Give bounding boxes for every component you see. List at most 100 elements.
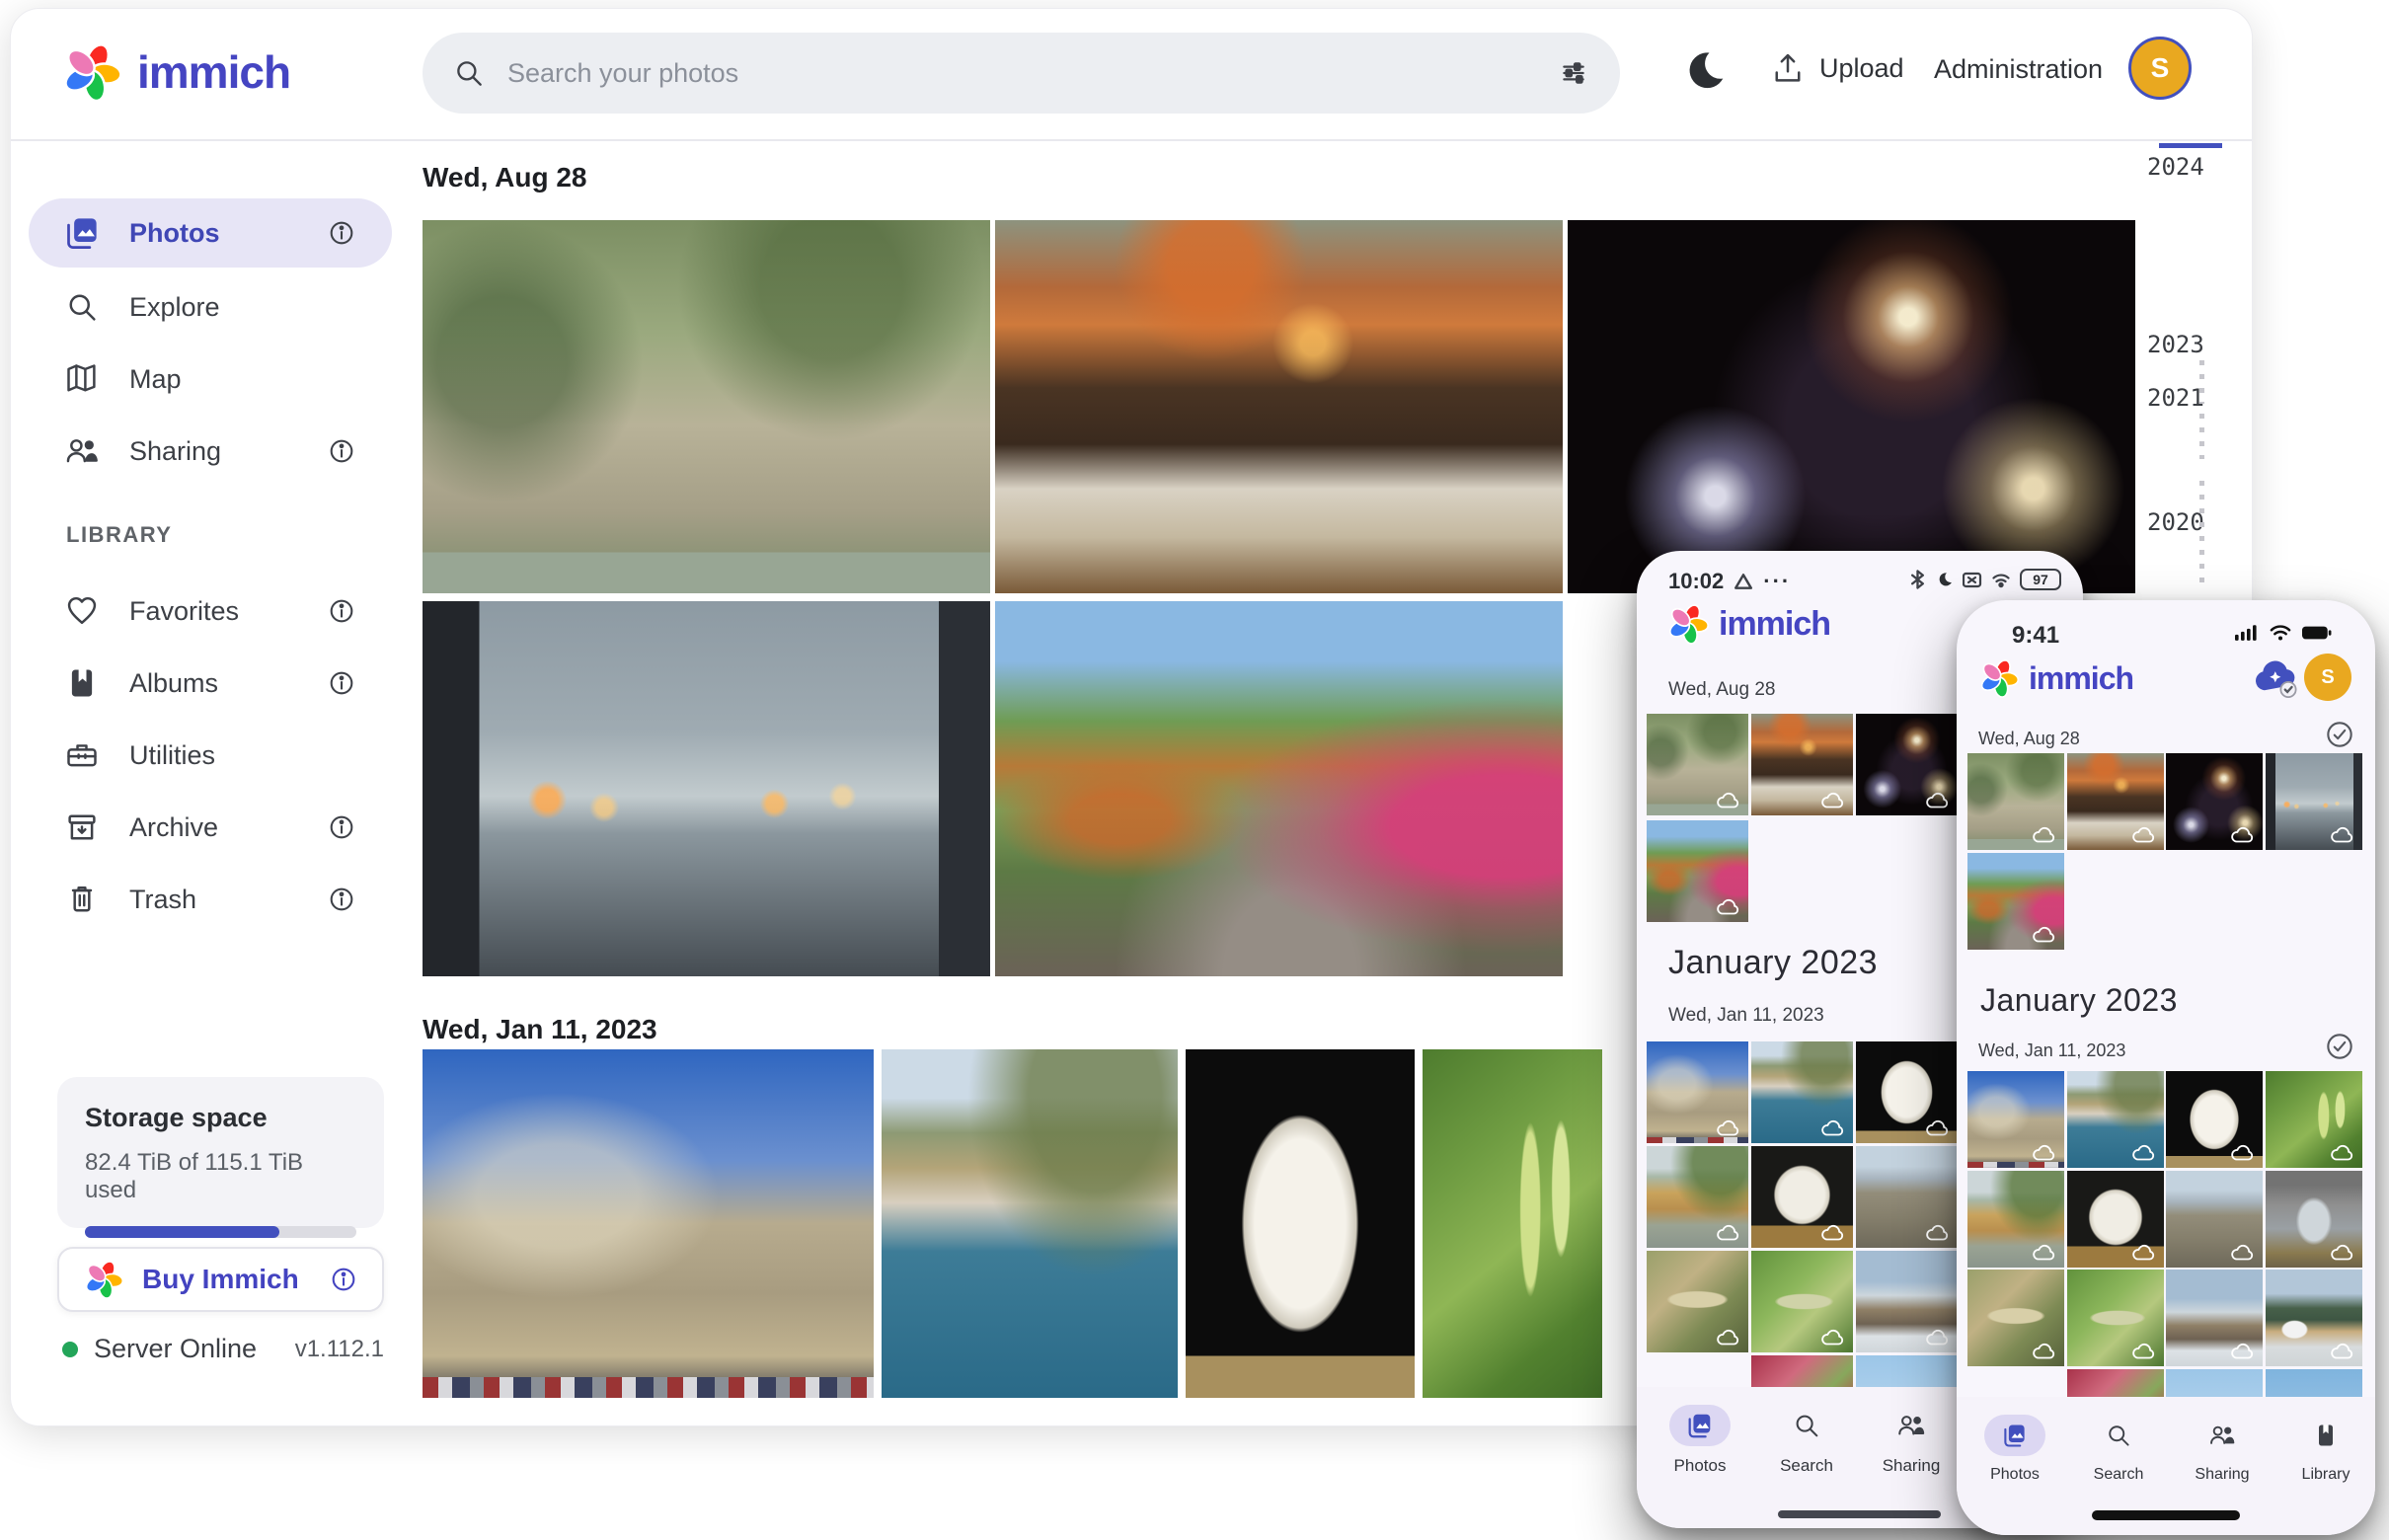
cloud-backup-icon [2033, 1244, 2055, 1260]
photo-holding-hands[interactable] [423, 601, 990, 976]
sidebar-item-map[interactable]: Map [29, 347, 392, 411]
photo-couple-holding-hands[interactable] [2265, 753, 2362, 850]
home-indicator[interactable] [1778, 1510, 1941, 1518]
photo-lizard-on-moss[interactable] [1647, 1251, 1748, 1352]
photo-silver-ornament[interactable] [2265, 1170, 2362, 1268]
photo-marble-bust[interactable] [1856, 1041, 1958, 1143]
home-indicator[interactable] [2092, 1510, 2240, 1520]
cloud-sync-icon[interactable] [2253, 655, 2302, 699]
timeline-year-2021[interactable]: 2021 [2147, 384, 2204, 412]
sidebar-item-photos[interactable]: Photos [29, 198, 392, 268]
info-icon[interactable] [327, 218, 356, 248]
storage-progress-track [85, 1226, 356, 1238]
photo-sea-grape-berries[interactable] [2265, 1071, 2362, 1168]
nav-search[interactable]: Search [1753, 1405, 1860, 1476]
nav-sharing[interactable]: Sharing [1858, 1405, 1965, 1476]
photo-coastal-town-sea[interactable] [2066, 1071, 2164, 1168]
photo-autumn-dinner-table[interactable] [2066, 753, 2164, 850]
photo-marble-sculpture[interactable] [1751, 1146, 1853, 1248]
photo-marble-bust[interactable] [1186, 1049, 1415, 1398]
info-icon[interactable] [329, 1265, 358, 1294]
people-icon [1898, 1416, 1925, 1435]
photo-cliff-beach[interactable] [1967, 1170, 2064, 1268]
administration-link[interactable]: Administration [1934, 54, 2103, 85]
info-icon[interactable] [327, 596, 356, 626]
photo-castle-ruins[interactable] [2166, 1170, 2263, 1268]
photo-lizard-on-moss[interactable] [1967, 1270, 2064, 1366]
info-icon[interactable] [327, 885, 356, 914]
upload-button[interactable]: Upload [1770, 50, 1904, 86]
immich-flower-icon [1980, 659, 2020, 698]
sidebar-item-archive[interactable]: Archive [29, 796, 392, 859]
photo-dinner[interactable] [995, 220, 1563, 593]
timeline-year-2020[interactable]: 2020 [2147, 508, 2204, 536]
photo-fortress-walls[interactable] [1647, 1041, 1748, 1143]
photo-marble-bust[interactable] [2166, 1071, 2263, 1168]
photo-coastal-town[interactable] [882, 1049, 1178, 1398]
timeline-year-2023[interactable]: 2023 [2147, 331, 2204, 358]
sidebar-item-favorites[interactable]: Favorites [29, 579, 392, 643]
photo-red-flowers[interactable] [2066, 1368, 2164, 1397]
dark-mode-moon-icon[interactable] [1677, 46, 1729, 98]
app-logo[interactable]: immich [60, 40, 291, 104]
timeline-year-2024[interactable]: 2024 [2147, 153, 2204, 181]
server-online-dot [62, 1341, 78, 1357]
cloud-backup-icon [2033, 927, 2055, 943]
timeline-active-segment[interactable] [2159, 143, 2222, 148]
photo-castle-ruins[interactable] [1856, 1146, 1958, 1248]
photo-fireworks-night[interactable] [1856, 714, 1958, 815]
nav-search[interactable]: Search [2065, 1415, 2172, 1484]
sidebar-item-sharing[interactable]: Sharing [29, 420, 392, 483]
select-check-icon[interactable] [2326, 721, 2353, 748]
nav-selected-pill [1669, 1405, 1731, 1446]
photo-coastal-town-sea[interactable] [1751, 1041, 1853, 1143]
photo-lizard-closeup[interactable] [1751, 1251, 1853, 1352]
cloud-backup-icon [2231, 1244, 2254, 1260]
filter-sliders-icon[interactable] [1557, 56, 1590, 90]
photo-autumn-garden-path[interactable] [1967, 853, 2064, 951]
photo-monkeys[interactable] [423, 220, 990, 593]
photo-fireworks-night[interactable] [2166, 753, 2263, 850]
photo-blue-sky[interactable] [2265, 1368, 2362, 1397]
nav-library[interactable]: Library [2273, 1415, 2375, 1484]
photo-monkeys-at-zoo[interactable] [1647, 714, 1748, 815]
info-icon[interactable] [327, 668, 356, 698]
photo-autumn-garden-path[interactable] [1647, 819, 1748, 922]
photo-autumn-dinner-table[interactable] [1751, 714, 1853, 815]
sidebar-item-utilities[interactable]: Utilities [29, 724, 392, 787]
nav-sharing[interactable]: Sharing [2169, 1415, 2275, 1484]
user-avatar[interactable]: S [2128, 37, 2192, 100]
sidebar-item-trash[interactable]: Trash [29, 868, 392, 931]
sidebar-item-explore[interactable]: Explore [29, 275, 392, 339]
search-input[interactable] [507, 57, 1535, 89]
photo-marble-sculpture[interactable] [2066, 1170, 2164, 1268]
photo-winter-church-town[interactable] [2166, 1270, 2263, 1366]
select-check-icon[interactable] [2326, 1033, 2353, 1060]
photo-fortress[interactable] [423, 1049, 874, 1398]
info-icon[interactable] [327, 812, 356, 842]
photo-lizard-closeup[interactable] [2066, 1270, 2164, 1366]
photo-sky-with-plane[interactable] [1856, 1355, 1958, 1387]
photo-fireworks[interactable] [1568, 220, 2135, 593]
user-avatar[interactable]: S [2304, 654, 2351, 701]
photo-sky-with-plane[interactable] [2166, 1368, 2263, 1397]
photo-autumn-path[interactable] [995, 601, 1563, 976]
photo-sea-grapes[interactable] [1423, 1049, 1602, 1398]
storage-title: Storage space [85, 1103, 268, 1132]
buy-immich-button[interactable]: Buy Immich [57, 1247, 384, 1312]
sidebar-item-albums[interactable]: Albums [29, 652, 392, 715]
wifi-icon [1992, 573, 2010, 587]
info-icon[interactable] [327, 436, 356, 466]
status-time: 9:41 [2012, 622, 2060, 649]
archive-icon [68, 814, 96, 840]
photo-red-flowers[interactable] [1751, 1355, 1853, 1387]
nav-photos[interactable]: Photos [1962, 1415, 2068, 1484]
search-bar[interactable] [423, 33, 1620, 114]
photo-fortress-walls[interactable] [1967, 1071, 2064, 1168]
nav-photos[interactable]: Photos [1647, 1405, 1753, 1476]
photo-monkeys-at-zoo[interactable] [1967, 753, 2064, 850]
photo-winter-village[interactable] [2265, 1270, 2362, 1366]
upload-icon [1775, 53, 1801, 82]
photo-winter-church-town[interactable] [1856, 1251, 1958, 1352]
photo-cliff-beach[interactable] [1647, 1146, 1748, 1248]
